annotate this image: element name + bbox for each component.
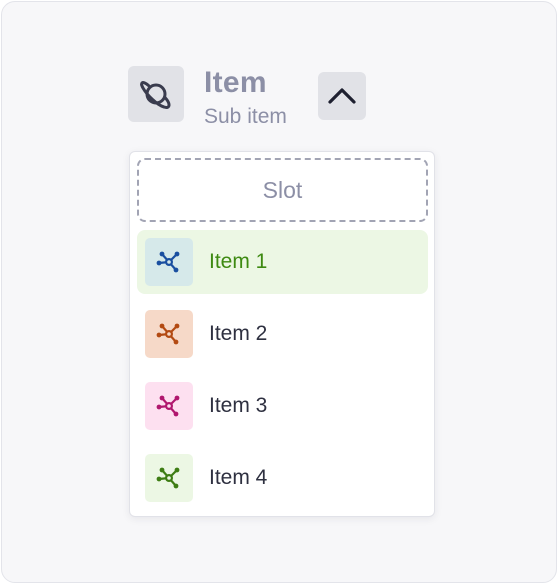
menu-item[interactable]: Item 2 [137,302,428,366]
molecule-icon [145,238,193,286]
molecule-icon [145,382,193,430]
molecule-icon [145,310,193,358]
planet-icon [128,66,184,122]
menu-item-label: Item 3 [209,394,268,417]
trigger-title: Item [204,66,267,99]
menu-item[interactable]: Item 1 [137,230,428,294]
menu-item-label: Item 1 [209,250,268,273]
menu-item[interactable]: Item 3 [137,374,428,438]
chevron-up-icon [328,88,356,104]
menu-item-label: Item 2 [209,322,268,345]
menu-item-label: Item 4 [209,466,268,489]
menu-item[interactable]: Item 4 [137,446,428,510]
molecule-icon [145,454,193,502]
trigger-subtitle: Sub item [204,105,287,128]
collapse-button[interactable] [318,72,366,120]
dropdown-trigger[interactable]: Item Sub item [128,66,366,130]
component-frame: Item Sub item Slot Item 1 Item 2 Item 3 Ite… [1,1,557,583]
dropdown-menu: Slot Item 1 Item 2 Item 3 Item 4 [129,151,435,517]
slot-placeholder: Slot [137,158,428,222]
